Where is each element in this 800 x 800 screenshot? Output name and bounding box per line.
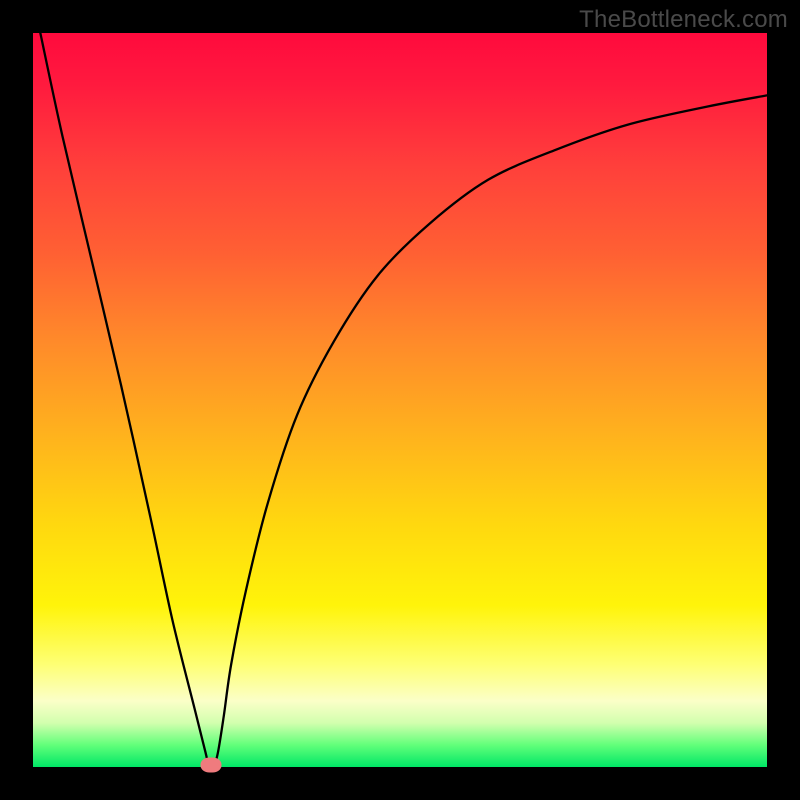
plot-area xyxy=(33,33,767,767)
optimal-point-marker xyxy=(201,757,222,772)
bottleneck-curve xyxy=(40,33,767,769)
chart-frame: TheBottleneck.com xyxy=(0,0,800,800)
curve-layer xyxy=(33,33,767,767)
watermark-text: TheBottleneck.com xyxy=(579,6,788,34)
